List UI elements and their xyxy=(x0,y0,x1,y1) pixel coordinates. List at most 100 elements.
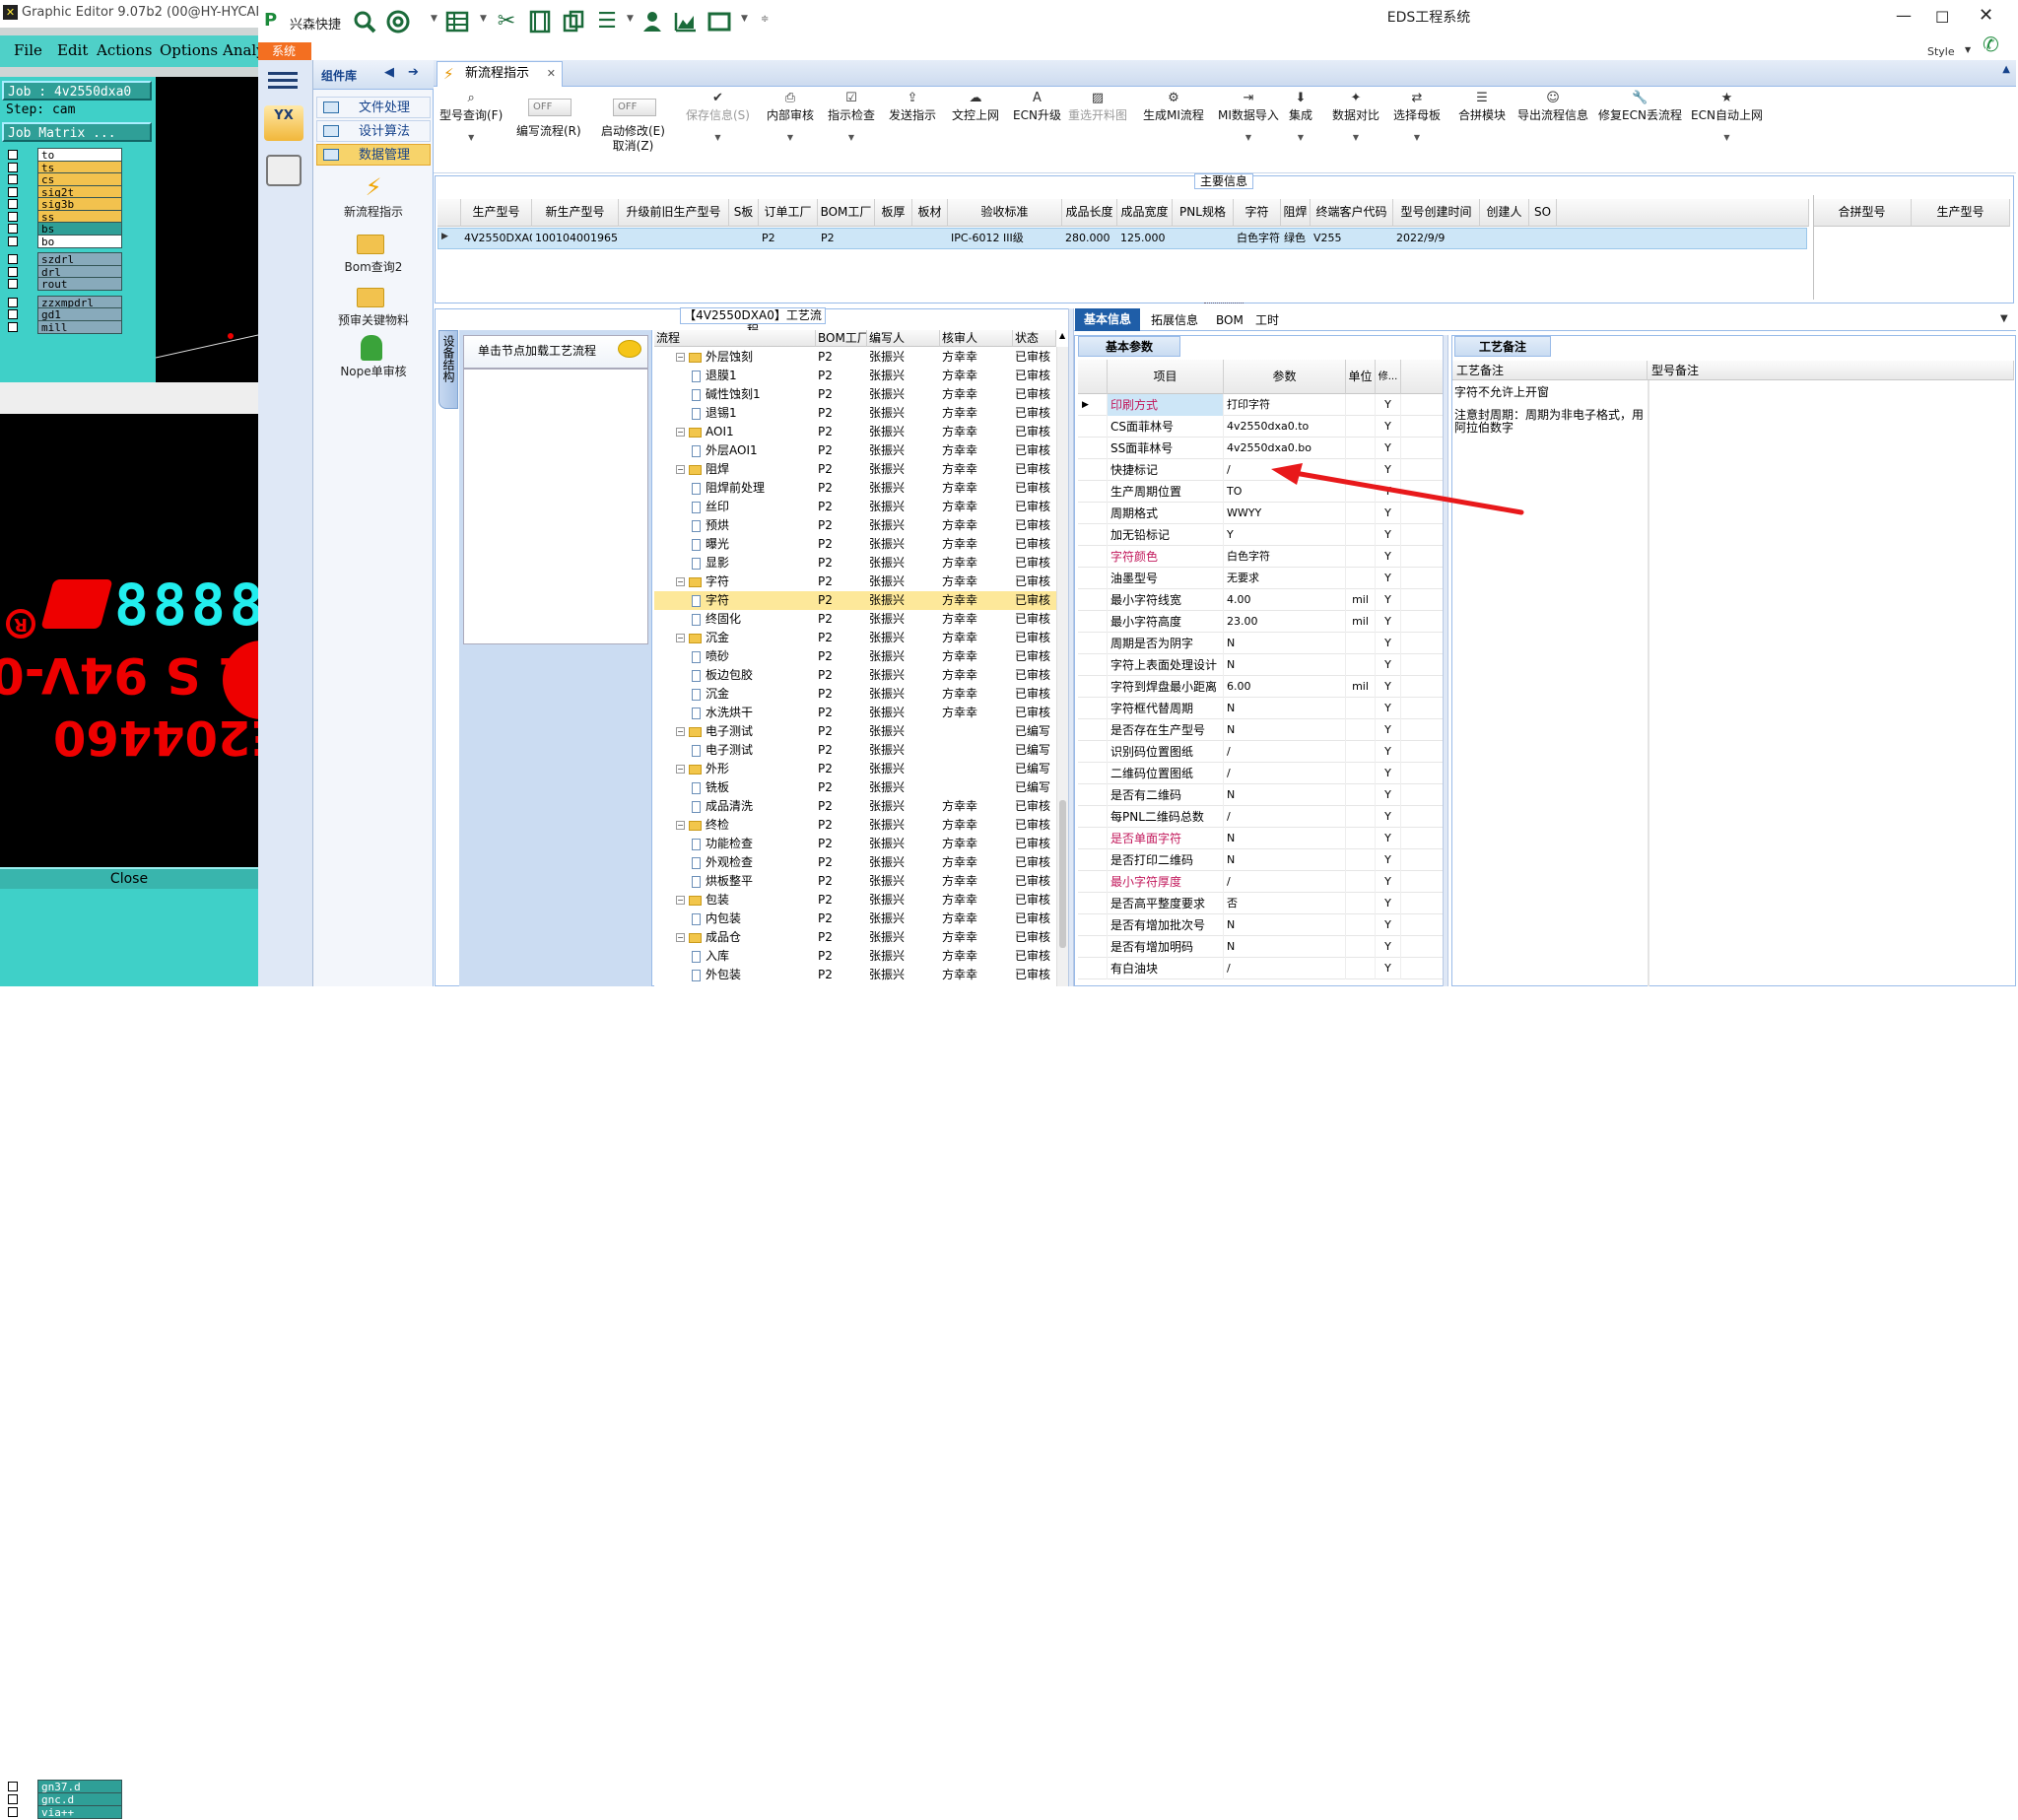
layer-checkbox[interactable] xyxy=(8,254,18,264)
ribbon-button-7[interactable]: ☁ 文控上网 xyxy=(952,91,999,123)
ribbon-button-0[interactable]: ⌕ 型号查询(F) ▼ xyxy=(439,91,503,142)
lifebuoy-icon[interactable] xyxy=(386,10,410,34)
params-col-2[interactable]: 单位 xyxy=(1346,360,1376,394)
ribbon-button-16[interactable]: ☺ 导出流程信息 xyxy=(1517,91,1588,123)
col-0[interactable]: 生产型号 xyxy=(461,199,532,227)
tree-row[interactable]: − 电子测试 P2 张振兴 已编写 xyxy=(654,722,1058,741)
list-icon[interactable]: ☰ xyxy=(595,10,619,34)
tree-node[interactable]: − 成品仓 xyxy=(676,928,814,947)
scrollbar-thumb[interactable] xyxy=(1059,800,1066,948)
param-row[interactable]: 是否打印二维码 N Y xyxy=(1078,849,1445,871)
style-menu[interactable]: Style xyxy=(1927,45,1955,58)
tree-node[interactable]: 外观检查 xyxy=(692,853,814,872)
arrow-right-icon[interactable]: ➔ xyxy=(408,65,419,80)
col-12[interactable]: 字符 xyxy=(1234,199,1281,227)
param-row[interactable]: ▶ 印刷方式 打印字符 Y xyxy=(1078,394,1445,416)
collapse-icon[interactable]: − xyxy=(676,465,685,474)
tab-extended-info[interactable]: 拓展信息 xyxy=(1145,309,1204,331)
tree-row[interactable]: − 外层蚀刻 P2 张振兴 方幸幸 已审核 xyxy=(654,348,1058,367)
maximize-icon[interactable]: ☐ xyxy=(1935,8,1949,27)
col-6[interactable]: 板厚 xyxy=(875,199,912,227)
customize-toolbar-icon[interactable]: ≑ xyxy=(761,14,769,25)
param-row[interactable]: 最小字符线宽 4.00 mil Y xyxy=(1078,589,1445,611)
ribbon-1-label[interactable]: 编写流程(R) xyxy=(516,124,581,139)
chevron-down-icon[interactable]: ▼ xyxy=(431,14,437,24)
collapse-icon[interactable]: − xyxy=(676,896,685,905)
collapse-icon[interactable]: − xyxy=(676,821,685,830)
sidebar-tool-3[interactable]: Nope单审核 xyxy=(313,363,434,379)
param-row[interactable]: 是否单面字符 N Y xyxy=(1078,828,1445,849)
tab-bom[interactable]: BOM xyxy=(1210,309,1249,331)
tree-node[interactable]: 入库 xyxy=(692,947,814,966)
tree-node[interactable]: − 外层蚀刻 xyxy=(676,348,814,367)
ribbon-button-13[interactable]: ✦ 数据对比 ▼ xyxy=(1332,91,1379,142)
col-7[interactable]: 板材 xyxy=(912,199,948,227)
layer-checkbox[interactable] xyxy=(8,321,18,332)
tree-col-1[interactable]: BOM工厂 xyxy=(816,330,867,347)
col-13[interactable]: 阻焊 xyxy=(1281,199,1311,227)
param-row[interactable]: CS面菲林号 4v2550dxa0.to Y xyxy=(1078,416,1445,438)
layer-checkbox[interactable] xyxy=(8,1807,18,1817)
tree-col-0[interactable]: 流程 xyxy=(654,330,816,347)
ribbon-button-10[interactable]: ⚙ 生成MI流程 xyxy=(1143,91,1204,123)
tree-row[interactable]: 退膜1 P2 张振兴 方幸幸 已审核 xyxy=(654,367,1058,385)
tree-node[interactable]: 碱性蚀刻1 xyxy=(692,385,814,404)
tab-basic-info[interactable]: 基本信息 xyxy=(1075,308,1140,331)
graphic-editor-canvas[interactable]: 8888 R MI1 S 94V-0 E204460 xyxy=(0,414,258,867)
ribbon-button-6[interactable]: ⇪ 发送指示 xyxy=(889,91,936,123)
ribbon-button-15[interactable]: ☰ 合拼模块 xyxy=(1458,91,1506,123)
tree-row[interactable]: 功能检查 P2 张振兴 方幸幸 已审核 xyxy=(654,835,1058,853)
table-icon[interactable] xyxy=(445,10,469,34)
tree-node[interactable]: − 外形 xyxy=(676,760,814,778)
params-col-1[interactable]: 参数 xyxy=(1224,360,1346,394)
layer-checkbox[interactable] xyxy=(8,199,18,209)
sidebar-tool-2[interactable]: 预审关键物料 xyxy=(313,311,434,328)
menu-edit[interactable]: Edit xyxy=(57,41,88,59)
collapse-icon[interactable]: − xyxy=(676,577,685,586)
tree-node[interactable]: − AOI1 xyxy=(676,423,814,441)
sidebar-tool-0[interactable]: 新流程指示 xyxy=(313,203,434,220)
layer-checkbox[interactable] xyxy=(8,1782,18,1791)
tree-node[interactable]: 曝光 xyxy=(692,535,814,554)
col-14[interactable]: 终端客户代码 xyxy=(1311,199,1393,227)
layer-checkbox[interactable] xyxy=(8,150,18,160)
layer-checkbox[interactable] xyxy=(8,211,18,222)
tree-row[interactable]: 阻焊前处理 P2 张振兴 方幸幸 已审核 xyxy=(654,479,1058,498)
menu-options[interactable]: Options xyxy=(160,41,218,59)
basic-params-tab[interactable]: 基本参数 xyxy=(1078,336,1180,357)
tree-row[interactable]: 终固化 P2 张振兴 方幸幸 已审核 xyxy=(654,610,1058,629)
tree-node[interactable]: 喷砂 xyxy=(692,647,814,666)
param-row[interactable]: 字符到焊盘最小距离 6.00 mil Y xyxy=(1078,676,1445,698)
sidebar-item-2[interactable]: 数据管理 xyxy=(316,144,431,166)
tree-row[interactable]: − AOI1 P2 张振兴 方幸幸 已审核 xyxy=(654,423,1058,441)
layer-checkbox[interactable] xyxy=(8,309,18,319)
tree-row[interactable]: 入库 P2 张振兴 方幸幸 已审核 xyxy=(654,947,1058,966)
tree-node[interactable]: 内包装 xyxy=(692,910,814,928)
param-row[interactable]: 有白油块 / Y xyxy=(1078,958,1445,979)
process-node-list[interactable] xyxy=(463,369,648,644)
tree-row[interactable]: 退锡1 P2 张振兴 方幸幸 已审核 xyxy=(654,404,1058,423)
film-icon[interactable] xyxy=(528,10,552,34)
tree-row[interactable]: 成品清洗 P2 张振兴 方幸幸 已审核 xyxy=(654,797,1058,816)
param-row[interactable]: 油墨型号 无要求 Y xyxy=(1078,568,1445,589)
tree-node[interactable]: 水洗烘干 xyxy=(692,704,814,722)
collapse-icon[interactable]: − xyxy=(676,428,685,437)
tree-row[interactable]: 显影 P2 张振兴 方幸幸 已审核 xyxy=(654,554,1058,573)
hamburger-menu-icon[interactable] xyxy=(268,72,298,75)
layer-checkbox[interactable] xyxy=(8,1794,18,1804)
scissors-icon[interactable]: ✂ xyxy=(495,10,518,34)
chevron-down-icon[interactable]: ▼ xyxy=(741,14,748,24)
param-row[interactable]: 字符框代替周期 N Y xyxy=(1078,698,1445,719)
param-row[interactable]: 是否存在生产型号 N Y xyxy=(1078,719,1445,741)
tree-row[interactable]: 外包装 P2 张振兴 方幸幸 已审核 xyxy=(654,966,1058,984)
window-icon[interactable] xyxy=(707,10,731,34)
tree-row[interactable]: 预烘 P2 张振兴 方幸幸 已审核 xyxy=(654,516,1058,535)
param-row[interactable]: 是否有增加明码 N Y xyxy=(1078,936,1445,958)
params-col-0[interactable]: 项目 xyxy=(1108,360,1224,394)
tree-node[interactable]: − 电子测试 xyxy=(676,722,814,741)
close-window-icon[interactable]: ✕ xyxy=(1979,5,1993,26)
tree-row[interactable]: 沉金 P2 张振兴 方幸幸 已审核 xyxy=(654,685,1058,704)
tree-row[interactable]: 曝光 P2 张振兴 方幸幸 已审核 xyxy=(654,535,1058,554)
param-row[interactable]: 周期是否为阴字 N Y xyxy=(1078,633,1445,654)
layer-checkbox[interactable] xyxy=(8,297,18,307)
